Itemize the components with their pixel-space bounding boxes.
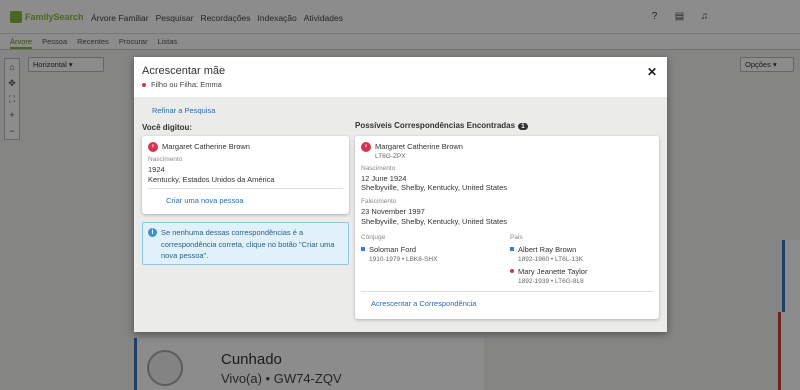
divider (361, 291, 653, 292)
mother-dates: 1892-1939 • LT6G-8L8 (518, 278, 584, 285)
dialog-subtitle: Filho ou Filha: Emma (142, 80, 222, 89)
entered-person: ♀ Margaret Catherine Brown (148, 142, 250, 152)
parents-label: Pais (510, 234, 523, 241)
death-label: Falecimento (361, 198, 397, 205)
birth-label: Nascimento (361, 165, 396, 172)
entered-person-card: ♀ Margaret Catherine Brown Nascimento 19… (142, 136, 349, 214)
create-new-person-link[interactable]: Criar uma nova pessoa (166, 196, 244, 205)
birth-place: Kentucky, Estados Unidos da América (148, 175, 275, 184)
matches-heading: Possíveis Correspondências Encontradas 1 (355, 121, 528, 130)
death-date: 23 November 1997 (361, 207, 425, 216)
match-person[interactable]: ♀ Margaret Catherine Brown LT6G-ZPX (361, 142, 463, 160)
divider (148, 188, 343, 189)
match-card: ♀ Margaret Catherine Brown LT6G-ZPX Nasc… (355, 136, 659, 319)
father-name: Albert Ray Brown (518, 245, 577, 254)
female-person-icon: ♀ (148, 142, 158, 152)
spouse-entry[interactable]: Soloman Ford 1910-1979 • LBK8-SHX (361, 245, 437, 263)
info-message: i Se nenhuma dessas correspondências é a… (142, 222, 349, 265)
dialog-title: Acrescentar mãe (142, 65, 226, 77)
birth-date: 1924 (148, 165, 165, 174)
death-place: Shelbyville, Shelby, Kentucky, United St… (361, 217, 508, 226)
birth-label: Nascimento (148, 156, 183, 163)
female-dot-icon (510, 269, 514, 273)
spouse-label: Cônjuge (361, 234, 386, 241)
male-square-icon (361, 247, 365, 251)
male-square-icon (510, 247, 514, 251)
info-text: Se nenhuma dessas correspondências é a c… (161, 228, 335, 260)
mother-entry[interactable]: Mary Jeanette Taylor 1892-1939 • LT6G-8L… (510, 267, 587, 285)
match-count-badge: 1 (518, 123, 528, 130)
entered-name: Margaret Catherine Brown (162, 142, 250, 151)
info-icon: i (148, 228, 157, 237)
close-button[interactable]: ✕ (647, 65, 657, 79)
add-mother-dialog: Acrescentar mãe Filho ou Filha: Emma ✕ R… (134, 57, 667, 332)
refine-search-link[interactable]: Refinar a Pesquisa (152, 106, 215, 115)
spouse-name: Soloman Ford (369, 245, 417, 254)
female-dot-icon (142, 82, 146, 87)
add-match-link[interactable]: Acrescentar a Correspondência (371, 299, 476, 308)
you-typed-heading: Você digitou: (142, 123, 193, 132)
match-name: Margaret Catherine Brown (375, 142, 463, 151)
father-entry[interactable]: Albert Ray Brown 1892-1960 • LT6L-13K (510, 245, 583, 263)
female-person-icon: ♀ (361, 142, 371, 152)
father-dates: 1892-1960 • LT6L-13K (518, 256, 584, 263)
birth-place: Shelbyville, Shelby, Kentucky, United St… (361, 183, 508, 192)
dialog-header: Acrescentar mãe Filho ou Filha: Emma ✕ (134, 57, 667, 97)
match-pid: LT6G-ZPX (375, 153, 406, 160)
spouse-dates: 1910-1979 • LBK8-SHX (369, 256, 438, 263)
mother-name: Mary Jeanette Taylor (518, 267, 588, 276)
